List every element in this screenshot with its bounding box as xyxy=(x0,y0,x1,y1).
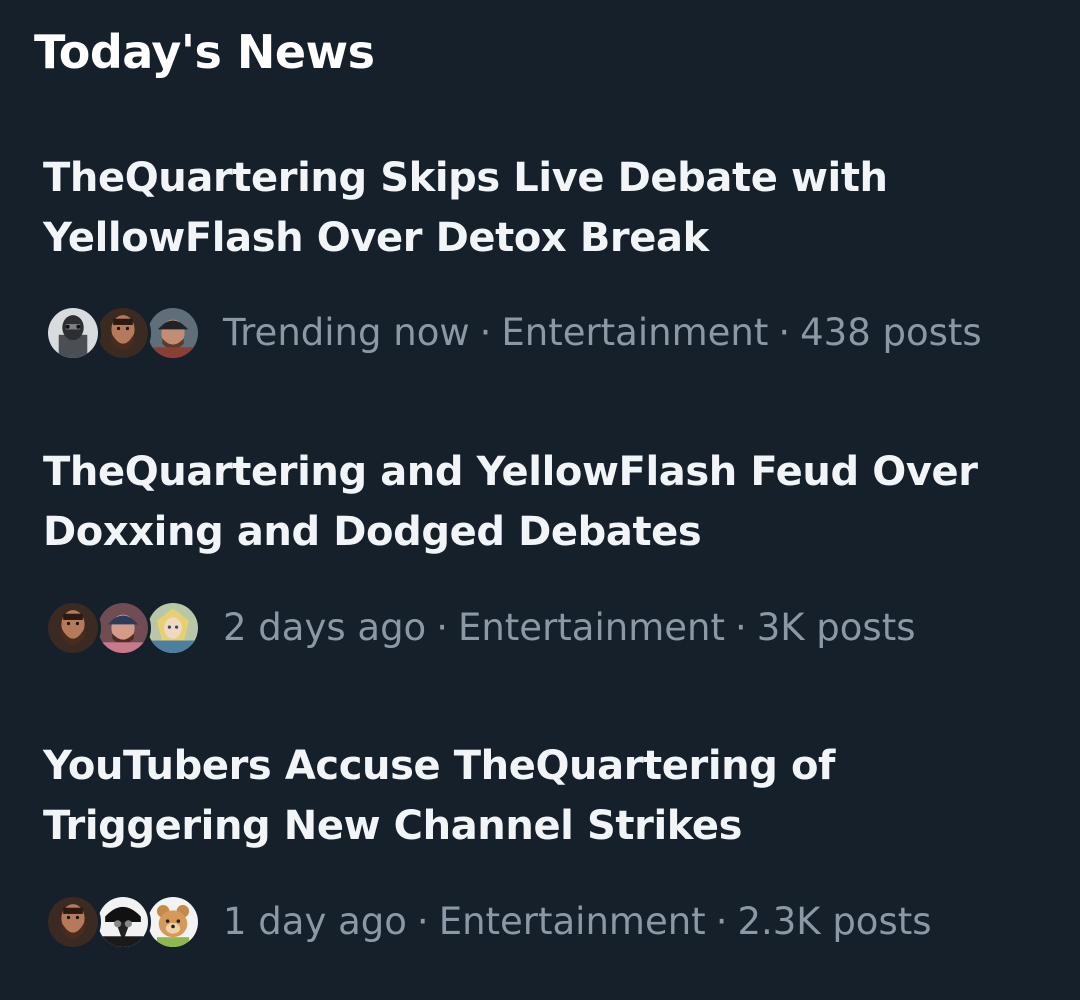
bearded-man-avatar xyxy=(45,600,101,656)
avatar-stack xyxy=(45,598,201,658)
news-meta-text: 1 day ago · Entertainment · 2.3K posts xyxy=(223,892,932,952)
todays-news-panel: Today's News TheQuartering Skips Live De… xyxy=(0,0,1080,1000)
news-headline[interactable]: TheQuartering and YellowFlash Feud Over … xyxy=(43,442,1043,562)
news-time: 2 days ago xyxy=(223,606,427,649)
cartoon-bear-avatar xyxy=(145,894,201,950)
avatar-stack xyxy=(45,303,201,363)
meta-separator: · xyxy=(734,606,747,649)
masked-figure-avatar xyxy=(45,305,101,361)
news-time: 1 day ago xyxy=(223,900,407,943)
meta-separator: · xyxy=(715,900,728,943)
news-category: Entertainment xyxy=(501,311,769,354)
avatar-stack xyxy=(45,892,201,952)
news-time: Trending now xyxy=(223,311,470,354)
news-post-count: 438 posts xyxy=(800,311,982,354)
news-headline[interactable]: YouTubers Accuse TheQuartering of Trigge… xyxy=(43,736,1043,856)
news-category: Entertainment xyxy=(457,606,725,649)
bearded-man-avatar xyxy=(45,894,101,950)
meta-separator: · xyxy=(436,606,448,649)
news-meta: 1 day ago · Entertainment · 2.3K posts xyxy=(45,892,932,952)
anime-character-avatar xyxy=(145,600,201,656)
plague-doctor-avatar xyxy=(95,894,151,950)
meta-separator: · xyxy=(778,311,791,354)
news-headline[interactable]: TheQuartering Skips Live Debate with Yel… xyxy=(43,148,1043,268)
meta-separator: · xyxy=(479,311,492,354)
news-item[interactable]: YouTubers Accuse TheQuartering of Trigge… xyxy=(0,736,1080,956)
man-with-cap-avatar xyxy=(145,305,201,361)
news-meta-text: 2 days ago · Entertainment · 3K posts xyxy=(223,598,915,658)
section-title: Today's News xyxy=(34,25,375,79)
news-item[interactable]: TheQuartering and YellowFlash Feud Over … xyxy=(0,442,1080,662)
meta-separator: · xyxy=(416,900,429,943)
news-item[interactable]: TheQuartering Skips Live Debate with Yel… xyxy=(0,148,1080,368)
news-meta: 2 days ago · Entertainment · 3K posts xyxy=(45,598,915,658)
news-meta: Trending now · Entertainment · 438 posts xyxy=(45,303,982,363)
news-post-count: 3K posts xyxy=(756,606,916,649)
bearded-man-avatar xyxy=(95,305,151,361)
news-category: Entertainment xyxy=(438,900,706,943)
man-with-cap-avatar xyxy=(95,600,151,656)
news-meta-text: Trending now · Entertainment · 438 posts xyxy=(223,303,982,363)
news-post-count: 2.3K posts xyxy=(737,900,932,943)
